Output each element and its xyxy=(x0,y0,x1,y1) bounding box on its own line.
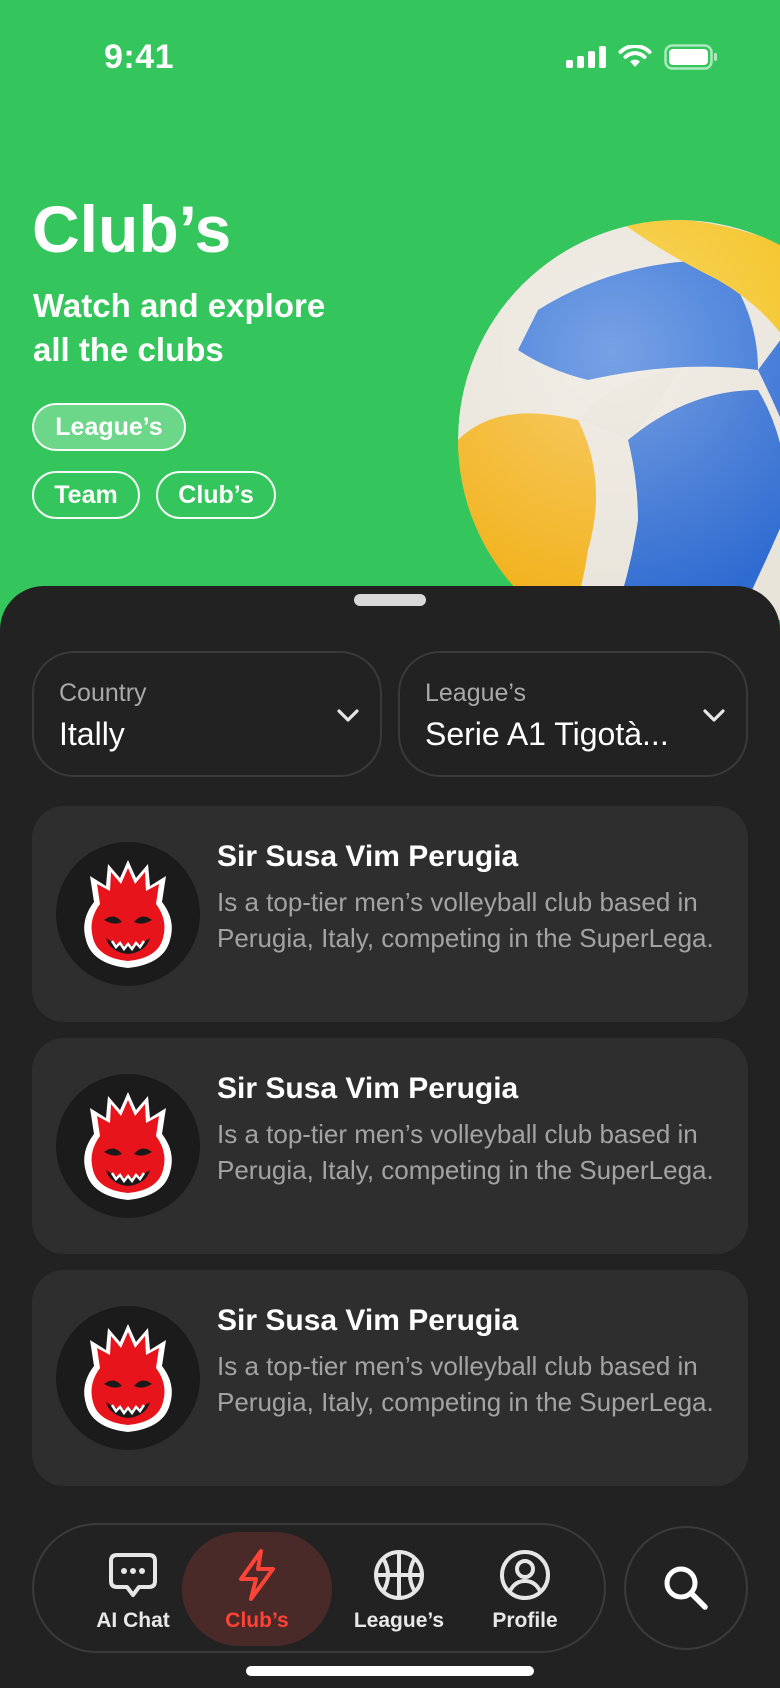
club-description: Is a top-tier men’s volleyball club base… xyxy=(217,1119,714,1185)
flame-mascot-logo-icon xyxy=(84,1324,172,1432)
club-description: Is a top-tier men’s volleyball club base… xyxy=(217,887,714,953)
club-card[interactable]: Sir Susa Vim Perugia Is a top-tier men’s… xyxy=(32,806,748,1022)
league-select[interactable]: League’s Serie A1 Tigotà... xyxy=(398,651,748,777)
club-description: Is a top-tier men’s volleyball club base… xyxy=(217,1351,714,1417)
cellular-signal-icon xyxy=(566,46,606,68)
chip-team[interactable]: Team xyxy=(32,471,140,519)
club-card[interactable]: Sir Susa Vim Perugia Is a top-tier men’s… xyxy=(32,1270,748,1486)
lightning-icon xyxy=(239,1549,275,1601)
flame-mascot-logo-icon xyxy=(84,860,172,968)
hero-section: 9:41 Club’s Watch and explore all the cl… xyxy=(0,0,780,620)
club-name: Sir Susa Vim Perugia xyxy=(217,1072,519,1105)
tab-label: Profile xyxy=(492,1609,558,1632)
search-button[interactable] xyxy=(624,1526,748,1650)
league-select-label: League’s xyxy=(425,679,527,707)
tab-clubs[interactable]: Club’s xyxy=(182,1532,332,1646)
status-bar: 9:41 xyxy=(0,0,780,118)
tab-label: Club’s xyxy=(225,1609,289,1632)
chip-leagues[interactable]: League’s xyxy=(32,403,186,451)
club-logo xyxy=(56,842,200,986)
tab-bar: AI Chat Club’s League’s Profile xyxy=(32,1523,606,1653)
chevron-down-icon xyxy=(337,709,359,722)
country-select[interactable]: Country Itally xyxy=(32,651,382,777)
league-select-value: Serie A1 Tigotà... xyxy=(425,716,669,752)
search-icon xyxy=(664,1566,708,1610)
status-time: 9:41 xyxy=(104,38,175,76)
tab-profile[interactable]: Profile xyxy=(468,1525,582,1651)
profile-icon xyxy=(500,1550,550,1600)
page-title: Club’s xyxy=(32,192,232,266)
wifi-icon xyxy=(618,45,652,67)
sheet-grabber[interactable] xyxy=(354,594,426,606)
page-subtitle: Watch and explore all the clubs xyxy=(33,287,326,368)
status-icons xyxy=(566,44,718,70)
battery-icon xyxy=(664,44,717,70)
tab-label: AI Chat xyxy=(96,1609,170,1632)
tab-leagues[interactable]: League’s xyxy=(334,1525,464,1651)
country-select-label: Country xyxy=(59,679,147,707)
club-card[interactable]: Sir Susa Vim Perugia Is a top-tier men’s… xyxy=(32,1038,748,1254)
club-name: Sir Susa Vim Perugia xyxy=(217,1304,519,1337)
volleyball-image xyxy=(458,220,780,620)
home-indicator xyxy=(246,1666,534,1676)
tab-ai-chat[interactable]: AI Chat xyxy=(78,1525,188,1651)
club-logo xyxy=(56,1306,200,1450)
chip-clubs[interactable]: Club’s xyxy=(156,471,276,519)
chevron-down-icon xyxy=(703,709,725,722)
club-name: Sir Susa Vim Perugia xyxy=(217,840,519,873)
chat-bubble-icon xyxy=(109,1553,157,1597)
tab-label: League’s xyxy=(353,1609,445,1632)
flame-mascot-logo-icon xyxy=(84,1092,172,1200)
country-select-value: Itally xyxy=(59,716,125,752)
basketball-icon xyxy=(374,1550,424,1600)
club-logo xyxy=(56,1074,200,1218)
